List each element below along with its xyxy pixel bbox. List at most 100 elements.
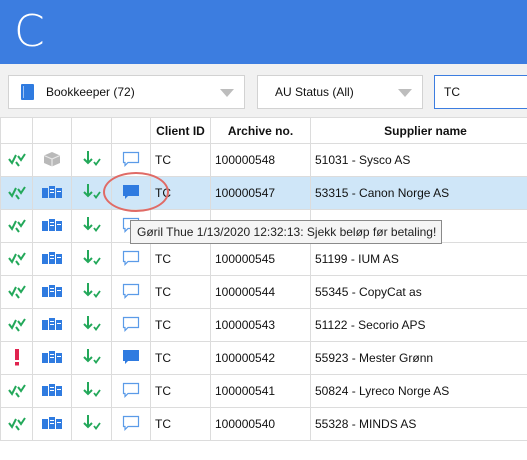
- comment-empty-icon[interactable]: [122, 151, 140, 167]
- comment-highlight-circle: [103, 172, 169, 212]
- client-id-cell: TC: [150, 308, 211, 342]
- icon-cell: [32, 176, 72, 210]
- approved-check-icon: [7, 151, 27, 167]
- icon-cell: [32, 374, 72, 408]
- comment-tooltip: Gøril Thue 1/13/2020 12:32:13: Sjekk bel…: [130, 220, 442, 244]
- icon-cell: [32, 209, 72, 243]
- icon-cell: [32, 143, 72, 177]
- supplier-name-cell: 55923 - Mester Grønn: [310, 341, 527, 375]
- download-check-icon[interactable]: [82, 249, 102, 266]
- icon-cell: [71, 242, 112, 276]
- icon-cell: [32, 341, 72, 375]
- package-icon: [43, 151, 61, 167]
- comment-empty-icon[interactable]: [122, 250, 140, 266]
- icon-cell: [71, 308, 112, 342]
- client-id-cell: TC: [150, 341, 211, 375]
- archive-no-cell: 100000544: [210, 275, 311, 309]
- table-row[interactable]: TC 100000542 55923 - Mester Grønn: [0, 341, 527, 375]
- supplier-name-cell: 53315 - Canon Norge AS: [310, 176, 527, 210]
- table-row[interactable]: TC 100000543 51122 - Secorio APS: [0, 308, 527, 342]
- client-id-cell: TC: [150, 407, 211, 441]
- icon-cell: [32, 407, 72, 441]
- table-row[interactable]: TC 100000541 50824 - Lyreco Norge AS: [0, 374, 527, 408]
- archive-no-cell: 100000541: [210, 374, 311, 408]
- icon-cell: [0, 275, 33, 309]
- table-row[interactable]: TC 100000548 51031 - Sysco AS: [0, 143, 527, 177]
- icon-cell: [0, 341, 33, 375]
- approved-check-icon: [7, 217, 27, 233]
- download-check-icon[interactable]: [82, 348, 102, 365]
- icon-cell: [32, 242, 72, 276]
- icon-cell: [71, 407, 112, 441]
- comment-empty-icon[interactable]: [122, 283, 140, 299]
- icon-cell: [71, 275, 112, 309]
- icon-cell: [111, 242, 151, 276]
- column-header-status[interactable]: [0, 117, 33, 144]
- table-row[interactable]: TC 100000547 53315 - Canon Norge AS: [0, 176, 527, 210]
- column-header-archive-no[interactable]: Archive no.: [210, 117, 311, 144]
- icon-cell: [71, 209, 112, 243]
- archive-no-cell: 100000542: [210, 341, 311, 375]
- documents-icon: [41, 185, 63, 199]
- bookkeeper-dropdown-label: Bookkeeper (72): [46, 85, 135, 99]
- icon-cell: [0, 209, 33, 243]
- icon-cell: [32, 275, 72, 309]
- icon-cell: [0, 143, 33, 177]
- client-id-cell: TC: [150, 374, 211, 408]
- icon-cell: [111, 407, 151, 441]
- approved-check-icon: [7, 415, 27, 431]
- table-row[interactable]: TC 100000544 55345 - CopyCat as: [0, 275, 527, 309]
- download-check-icon[interactable]: [82, 381, 102, 398]
- comment-empty-icon[interactable]: [122, 316, 140, 332]
- documents-icon: [41, 350, 63, 364]
- archive-no-cell: 100000547: [210, 176, 311, 210]
- supplier-name-cell: 50824 - Lyreco Norge AS: [310, 374, 527, 408]
- icon-cell: [111, 308, 151, 342]
- column-header-client-id[interactable]: Client ID: [150, 117, 211, 144]
- table-row[interactable]: TC 100000540 55328 - MINDS AS: [0, 407, 527, 441]
- supplier-name-cell: 51122 - Secorio APS: [310, 308, 527, 342]
- comment-filled-icon[interactable]: [122, 349, 140, 365]
- icon-cell: [0, 374, 33, 408]
- documents-icon: [41, 284, 63, 298]
- column-header-type[interactable]: [32, 117, 72, 144]
- download-check-icon[interactable]: [82, 183, 102, 200]
- au-status-dropdown[interactable]: AU Status (All): [257, 75, 423, 109]
- supplier-name-cell: 55345 - CopyCat as: [310, 275, 527, 309]
- icon-cell: [71, 341, 112, 375]
- supplier-name-cell: 51199 - IUM AS: [310, 242, 527, 276]
- client-id-cell: TC: [150, 242, 211, 276]
- download-check-icon[interactable]: [82, 315, 102, 332]
- au-status-dropdown-label: AU Status (All): [275, 85, 354, 99]
- documents-icon: [41, 416, 63, 430]
- icon-cell: [71, 143, 112, 177]
- client-id-cell: TC: [150, 275, 211, 309]
- download-check-icon[interactable]: [82, 150, 102, 167]
- app-logo: C: [14, 6, 45, 57]
- icon-cell: [111, 275, 151, 309]
- download-check-icon[interactable]: [82, 282, 102, 299]
- archive-no-cell: 100000545: [210, 242, 311, 276]
- column-header-download[interactable]: [71, 117, 112, 144]
- archive-no-cell: 100000540: [210, 407, 311, 441]
- download-check-icon[interactable]: [82, 414, 102, 431]
- approved-check-icon: [7, 184, 27, 200]
- documents-icon: [41, 218, 63, 232]
- download-check-icon[interactable]: [82, 216, 102, 233]
- documents-icon: [41, 317, 63, 331]
- invoice-table: Client ID Archive no. Supplier name TC 10…: [0, 117, 527, 441]
- table-row[interactable]: TC 100000545 51199 - IUM AS: [0, 242, 527, 276]
- search-input[interactable]: [434, 75, 527, 109]
- icon-cell: [0, 308, 33, 342]
- column-header-comment[interactable]: [111, 117, 151, 144]
- bookkeeper-dropdown[interactable]: Bookkeeper (72): [8, 75, 245, 109]
- comment-empty-icon[interactable]: [122, 382, 140, 398]
- app-header: C: [0, 0, 527, 64]
- supplier-name-cell: 51031 - Sysco AS: [310, 143, 527, 177]
- supplier-name-cell: 55328 - MINDS AS: [310, 407, 527, 441]
- client-id-cell: TC: [150, 143, 211, 177]
- column-header-supplier-name[interactable]: Supplier name: [310, 117, 527, 144]
- icon-cell: [32, 308, 72, 342]
- documents-icon: [41, 383, 63, 397]
- comment-empty-icon[interactable]: [122, 415, 140, 431]
